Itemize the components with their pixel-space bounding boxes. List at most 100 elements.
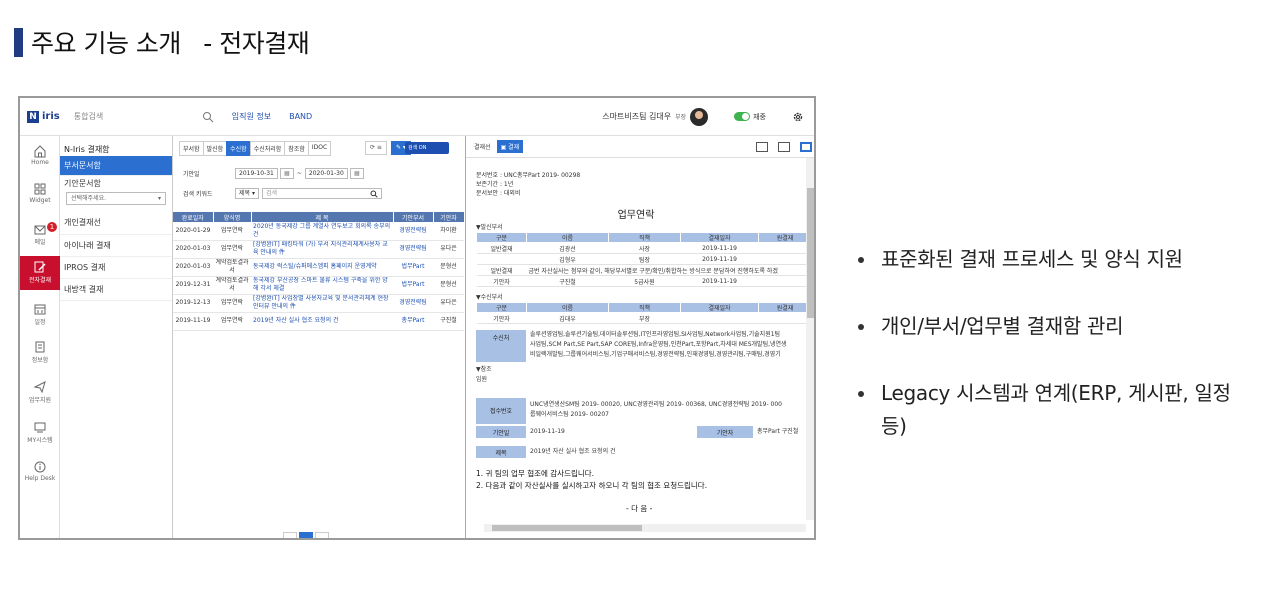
employee-info-link[interactable]: 임직원 정보 — [232, 111, 271, 122]
folder-item-ipros[interactable]: IPROS 결재 — [60, 257, 172, 279]
vertical-scrollbar[interactable] — [806, 158, 814, 520]
widget-icon — [34, 183, 46, 195]
sender-section-label: ▼발신부서 — [476, 224, 503, 231]
subject-cell[interactable]: [강병완IT] 사업장별 사용자교육 및 문서관리체계 현장인터뷰 안내의 件 — [251, 294, 393, 313]
approve-button[interactable]: ▣ 결재 — [496, 140, 524, 153]
avatar[interactable] — [690, 107, 709, 126]
date-filter: 기안일 2019-10-31 ▦ ~ 2020-01-30 ▦ — [183, 168, 364, 179]
receiver-approval-table: 구분 이름 직책 결재일자 원결재 기안자 김대우 부장 — [476, 302, 806, 324]
folder-item-ainarae[interactable]: 아이나래 결재 — [60, 235, 172, 257]
global-search-input[interactable]: 통합검색 — [74, 111, 184, 122]
receipt-values: UNC냉연생산SM팀 2019- 00020, UNC경영관리팀 2019- 0… — [526, 398, 806, 424]
drafter-cell: 유다은 — [433, 240, 464, 259]
folder-item-dept[interactable]: 부서문서함 — [60, 156, 172, 176]
grid-col: 구분 — [476, 302, 527, 313]
table-row[interactable]: 2019-12-31 계약검토결과서 동국제강 부산공장 스마트 물류 시스템 구축… — [173, 276, 464, 295]
horizontal-scrollbar[interactable] — [484, 524, 806, 532]
page-next[interactable] — [315, 532, 329, 538]
approval-type-cell: 일반결재 — [476, 264, 527, 276]
approval-cell — [758, 275, 806, 287]
user-area[interactable]: 스마트비즈팀 김대우 부장 — [602, 107, 709, 126]
nav-help-desk[interactable]: Help Desk — [20, 460, 60, 482]
date-to-input[interactable]: 2020-01-30 — [304, 168, 348, 179]
tab-reference[interactable]: 참조함 — [284, 141, 309, 156]
page-prev[interactable] — [283, 532, 297, 538]
keyword-field-select[interactable]: 제목 ▾ — [235, 188, 259, 199]
calendar-icon[interactable]: ▦ — [349, 168, 364, 179]
document-list-pane: 부서함 발신함 수신함 수신처리함 참조함 IDOC ⟳ ≡ ✎ ▾ 검색 ON… — [173, 136, 466, 538]
subject-cell[interactable]: 동국제강 럭스틸/슈퍼메스엠피 홈페이지 운영계약 — [251, 258, 393, 277]
list-view-icon[interactable] — [778, 141, 790, 152]
send-icon — [33, 381, 46, 394]
col-dept[interactable]: 기안부서 — [393, 212, 434, 222]
refresh-button[interactable]: ⟳ ≡ — [365, 141, 387, 155]
date-separator: ~ — [296, 170, 302, 177]
tab-dept[interactable]: 부서함 — [179, 141, 204, 156]
col-subject[interactable]: 제 목 — [251, 212, 394, 222]
subject-label: 제목 — [476, 446, 526, 458]
keyword-input[interactable]: 검색 — [261, 188, 382, 199]
approval-cell: 김광선 — [526, 242, 609, 254]
table-row[interactable]: 2020-01-03 계약검토결과서 동국제강 럭스틸/슈퍼메스엠피 홈페이지 운영… — [173, 258, 464, 277]
table-header: 완료일자 양식명 제 목 기안부서 기안자 — [173, 212, 465, 222]
keyword-filter: 검색 키워드 제목 ▾ 검색 — [183, 188, 382, 199]
nav-my-system[interactable]: MY시스템 — [20, 420, 60, 444]
search-icon[interactable] — [370, 190, 378, 198]
subject-cell[interactable]: 동국제강 부산공장 스마트 물류 시스템 구축을 위한 양해 각서 체결 — [251, 276, 393, 295]
col-form[interactable]: 양식명 — [213, 212, 252, 222]
help-icon — [34, 461, 46, 473]
table-row[interactable]: 2020-01-03 업무연락 [강병완IT] 패킹타워 (가) 부서 지식관리체계… — [173, 240, 464, 259]
presence-toggle[interactable] — [734, 112, 751, 121]
approval-cell: 5급사원 — [608, 275, 681, 287]
tab-received[interactable]: 수신함 — [226, 141, 251, 156]
nav-mail[interactable]: 1 메일 — [20, 222, 60, 246]
table-row[interactable]: 2020-01-29 업무연락 2020년 동국제강 그룹 계열사 연두보고 회의록… — [173, 222, 464, 241]
nav-widget[interactable]: Widget — [20, 182, 60, 204]
drafter-label: 기안자 — [697, 426, 753, 438]
form-cell: 업무연락 — [213, 240, 251, 259]
tab-sent[interactable]: 발신함 — [202, 141, 228, 156]
draft-date: 2019-11-19 — [530, 428, 565, 435]
completed-date-cell: 2019-12-31 — [173, 276, 213, 295]
body-line: 1. 귀 팀의 업무 협조에 감사드립니다. — [476, 469, 595, 478]
folder-select[interactable]: 선택해주세요. ▾ — [66, 192, 166, 205]
scroll-thumb[interactable] — [807, 188, 814, 318]
gear-icon[interactable] — [792, 111, 804, 123]
date-label: 기안일 — [183, 171, 200, 178]
col-completed-date[interactable]: 완료일자 — [173, 212, 214, 222]
tab-idoc[interactable]: IDOC — [307, 141, 332, 156]
feature-list: 표준화된 결재 프로세스 및 양식 지원 개인/부서/업무별 결재함 관리 Le… — [858, 243, 1258, 477]
table-row[interactable]: 2019-12-13 업무연락 [강병완IT] 사업장별 사용자교육 및 문서관리체… — [173, 294, 464, 313]
niris-logo[interactable]: N iris — [27, 110, 60, 123]
folder-item-personal-line[interactable]: 개인결재선 — [60, 211, 172, 235]
date-from-input[interactable]: 2019-10-31 — [235, 168, 278, 179]
table-row[interactable]: 2019-11-19 업무연락 2019년 자산 실사 협조 요청의 건 총무Part… — [173, 312, 464, 331]
nav-calendar[interactable]: 일정 — [20, 302, 60, 326]
calendar-icon[interactable]: ▦ — [279, 168, 294, 179]
single-view-icon[interactable] — [756, 141, 768, 152]
nav-work-support[interactable]: 업무지원 — [20, 380, 60, 404]
search-icon[interactable] — [202, 111, 214, 123]
col-drafter[interactable]: 기안자 — [433, 212, 465, 222]
grid-col: 이름 — [526, 302, 609, 313]
user-name: 스마트비즈팀 김대우 — [602, 112, 672, 121]
nav-home[interactable]: Home — [20, 144, 60, 166]
nav-approval[interactable]: 전자결재 — [20, 256, 60, 290]
split-view-icon[interactable] — [800, 141, 812, 152]
subject-cell[interactable]: 2020년 동국제강 그룹 계열사 연두보고 회의록 송부의 건 — [251, 222, 393, 241]
page-current[interactable] — [299, 532, 313, 538]
icon-nav: Home Widget 1 메일 전자결재 일정 정보함 업무지원 MY시스템 … — [20, 136, 60, 538]
folder-item-visitor[interactable]: 내방객 결재 — [60, 279, 172, 301]
band-link[interactable]: BAND — [289, 112, 312, 121]
tab-received-processed[interactable]: 수신처리함 — [249, 141, 286, 156]
subject-cell[interactable]: [강병완IT] 패킹타워 (가) 부서 지식관리체계사용자 교육 안내의 件 — [251, 240, 393, 259]
folder-item-draft[interactable]: 기안문서함 — [60, 176, 172, 192]
nav-info[interactable]: 정보함 — [20, 340, 60, 364]
logo-mark: N — [27, 110, 39, 123]
subject-cell[interactable]: 2019년 자산 실사 협조 요청의 건 — [251, 312, 393, 331]
approval-cell: 팀장 — [608, 253, 681, 265]
scroll-thumb[interactable] — [492, 525, 642, 531]
approval-line-button[interactable]: 결재선 — [474, 142, 491, 151]
search-toggle[interactable]: 검색 ON — [405, 142, 449, 154]
recipient-values: 솔루션영업팀,솔루션기술팀,데이터솔루션팀,IT인프라영업팀,SI사업팀,Net… — [526, 330, 806, 362]
